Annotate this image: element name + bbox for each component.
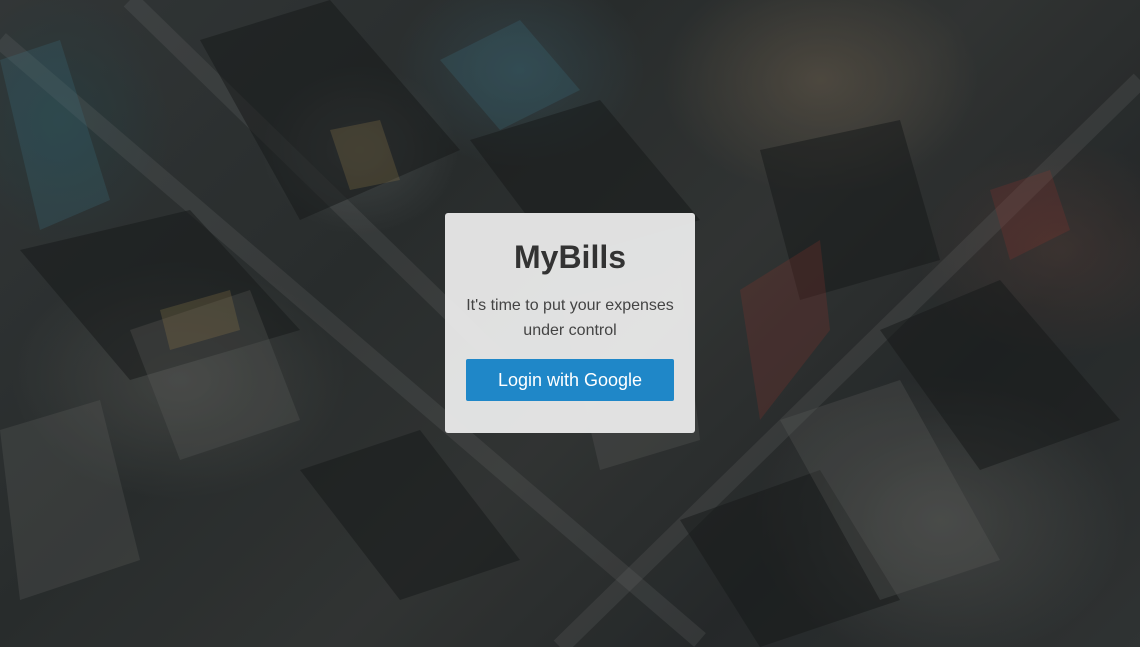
app-title: MyBills — [513, 239, 627, 275]
login-card: MyBills It's time to put your expenses u… — [445, 213, 695, 433]
app-tagline: It's time to put your expenses under con… — [466, 297, 674, 339]
login-with-google-button[interactable]: Login with Google — [466, 359, 674, 401]
